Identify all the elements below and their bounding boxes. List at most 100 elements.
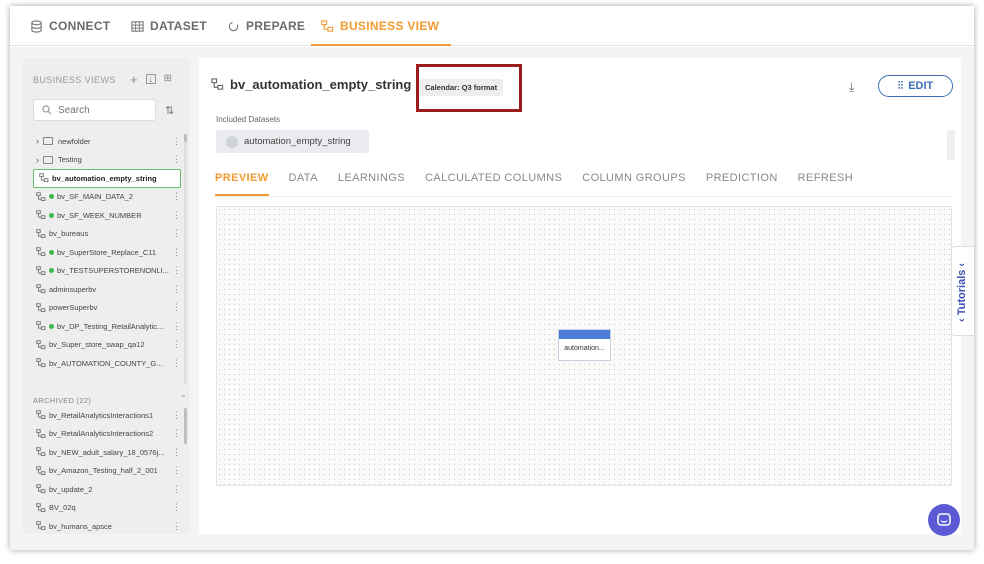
folder-icon [43, 137, 53, 146]
bv-items: bv_automation_empty_string bv_SF_MAIN_DAT… [33, 169, 181, 373]
archived-list-item[interactable]: bv_NEW_adult_salary_18_0576j... ⋮ [33, 443, 181, 462]
archived-label-text: bv_Amazon_Testing_half_2_001 [49, 466, 158, 476]
archived-list-item[interactable]: bv_Amazon_Testing_half_2_001 ⋮ [33, 462, 181, 481]
status-dot [49, 194, 54, 200]
tab-prediction[interactable]: PREDICTION [706, 172, 778, 194]
bv-list-item[interactable]: bv_Super_store_swap_qa12 ⋮ [33, 336, 181, 355]
bv-list-item[interactable]: bv_TESTSUPERSTORENONLI... ⋮ [33, 262, 181, 281]
more-options-icon[interactable]: ⋮ [172, 210, 181, 221]
tutorials-tab[interactable]: ‹ Tutorials ‹ [951, 246, 974, 336]
more-options-icon[interactable]: ⋮ [172, 447, 181, 458]
bv-list-item[interactable]: bv_SuperStore_Replace_C11 ⋮ [33, 243, 181, 262]
bv-list-item[interactable]: bv_DP_Testing_RetailAnalytic... ⋮ [33, 317, 181, 336]
more-options-icon[interactable]: ⋮ [172, 302, 181, 313]
tab-learnings[interactable]: LEARNINGS [338, 172, 405, 194]
more-options-icon[interactable]: ⋮ [172, 358, 181, 369]
business-view-icon [36, 303, 46, 312]
nav-tab-dataset[interactable]: DATASET [131, 6, 207, 46]
archived-list-item[interactable]: bv_humans_apsce ⋮ [33, 517, 181, 536]
business-view-icon [321, 19, 334, 32]
folder-item-newfolder[interactable]: › newfolder ⋮ [33, 132, 181, 151]
tab-column-groups[interactable]: COLUMN GROUPS [582, 172, 686, 194]
business-view-icon [36, 521, 46, 531]
archived-list-item[interactable]: bv_update_2 ⋮ [33, 480, 181, 499]
more-options-icon[interactable]: ⋮ [172, 154, 181, 165]
bv-label: adminsuperbv [49, 284, 97, 294]
bv-label: bv_TESTSUPERSTORENONLI... [57, 266, 169, 276]
download-icon[interactable]: ⤓ [849, 80, 854, 95]
search-icon [42, 105, 52, 115]
bv-list-item[interactable]: powerSuperbv ⋮ [33, 299, 181, 318]
more-options-icon[interactable]: ⋮ [172, 339, 181, 350]
more-options-icon[interactable]: ⋮ [172, 284, 181, 295]
business-view-icon [36, 284, 46, 294]
more-options-icon[interactable]: ⋮ [172, 465, 181, 476]
sort-icon[interactable]: ⇅ [165, 104, 174, 117]
edit-button[interactable]: ⫶⫶ EDIT [878, 75, 953, 97]
list-scrollbar-thumb[interactable] [184, 134, 187, 142]
bv-label: bv_AUTOMATION_COUNTY_G... [49, 358, 163, 368]
folder-label: Testing [58, 155, 82, 165]
nav-tab-connect[interactable]: CONNECT [30, 6, 110, 46]
archived-scrollbar-thumb[interactable] [184, 408, 187, 444]
business-view-icon [36, 210, 46, 220]
bv-label: bv_SF_MAIN_DATA_2 [57, 192, 133, 202]
bv-label: bv_SF_WEEK_NUMBER [57, 210, 142, 220]
nav-tab-prepare[interactable]: PREPARE [227, 6, 305, 46]
bv-list-item[interactable]: bv_automation_empty_string [33, 169, 181, 188]
archived-list-item[interactable]: BV_02q ⋮ [33, 499, 181, 518]
dataset-chip[interactable]: automation_empty_string [216, 130, 369, 153]
highlight-box [416, 64, 522, 112]
search-input[interactable] [58, 104, 148, 116]
datasets-scrollbar[interactable] [947, 130, 955, 160]
business-view-icon [211, 78, 224, 90]
more-options-icon[interactable]: ⋮ [172, 521, 181, 532]
bv-list-item[interactable]: bv_SF_MAIN_DATA_2 ⋮ [33, 188, 181, 207]
bv-list-item[interactable]: bv_bureaus ⋮ [33, 225, 181, 244]
tab-calculated-columns[interactable]: CALCULATED COLUMNS [425, 172, 562, 194]
preview-canvas[interactable]: automation... [216, 206, 952, 486]
more-options-icon[interactable]: ⋮ [172, 191, 181, 202]
bv-list-item[interactable]: adminsuperbv ⋮ [33, 280, 181, 299]
more-options-icon[interactable]: ⋮ [172, 228, 181, 239]
tab-refresh[interactable]: REFRESH [798, 172, 853, 194]
business-view-icon [36, 266, 46, 275]
table-icon [131, 20, 144, 32]
archived-header[interactable]: ARCHIVED (22) [33, 396, 91, 405]
archived-list-item[interactable]: bv_RetailAnalyticsInteractions2 ⋮ [33, 425, 181, 444]
import-icon[interactable]: ↓ [145, 74, 156, 85]
tab-data[interactable]: DATA [289, 172, 318, 194]
sidebar-actions: + ↓ ⊞ [130, 72, 172, 87]
bv-list-item[interactable]: bv_AUTOMATION_COUNTY_G... ⋮ [33, 354, 181, 373]
business-view-icon [36, 192, 46, 201]
archived-list-item[interactable]: bv_RetailAnalyticsInteractions1 ⋮ [33, 406, 181, 425]
chat-icon [937, 513, 951, 526]
tab-preview[interactable]: PREVIEW [215, 172, 269, 196]
more-options-icon[interactable]: ⋮ [172, 484, 181, 495]
add-icon[interactable]: + [130, 72, 138, 87]
new-folder-icon[interactable]: ⊞ [164, 73, 172, 87]
dataset-node[interactable]: automation... [558, 329, 611, 361]
archived-label-text: BV_02q [49, 503, 76, 513]
chat-button[interactable] [928, 504, 960, 536]
bv-label: bv_Super_store_swap_qa12 [49, 340, 145, 350]
nav-tab-business-view[interactable]: BUSINESS VIEW [310, 6, 452, 46]
more-options-icon[interactable]: ⋮ [172, 410, 181, 421]
folder-item-testing[interactable]: › Testing ⋮ [33, 151, 181, 170]
bv-list-item[interactable]: bv_SF_WEEK_NUMBER ⋮ [33, 206, 181, 225]
database-icon [31, 19, 42, 33]
node-label: automation... [564, 345, 605, 352]
chevron-up-icon[interactable]: ⌃ [180, 394, 187, 403]
more-options-icon[interactable]: ⋮ [172, 136, 181, 147]
more-options-icon[interactable]: ⋮ [172, 321, 181, 332]
business-view-icon [36, 340, 46, 349]
more-options-icon[interactable]: ⋮ [172, 265, 181, 276]
business-view-icon [36, 410, 46, 420]
more-options-icon[interactable]: ⋮ [172, 428, 181, 439]
nav-tab-label: CONNECT [49, 19, 111, 33]
search-box[interactable] [33, 99, 156, 121]
more-options-icon[interactable]: ⋮ [172, 502, 181, 513]
archived-label-text: bv_humans_apsce [49, 521, 112, 531]
more-options-icon[interactable]: ⋮ [172, 247, 181, 258]
business-view-icon [36, 358, 46, 368]
